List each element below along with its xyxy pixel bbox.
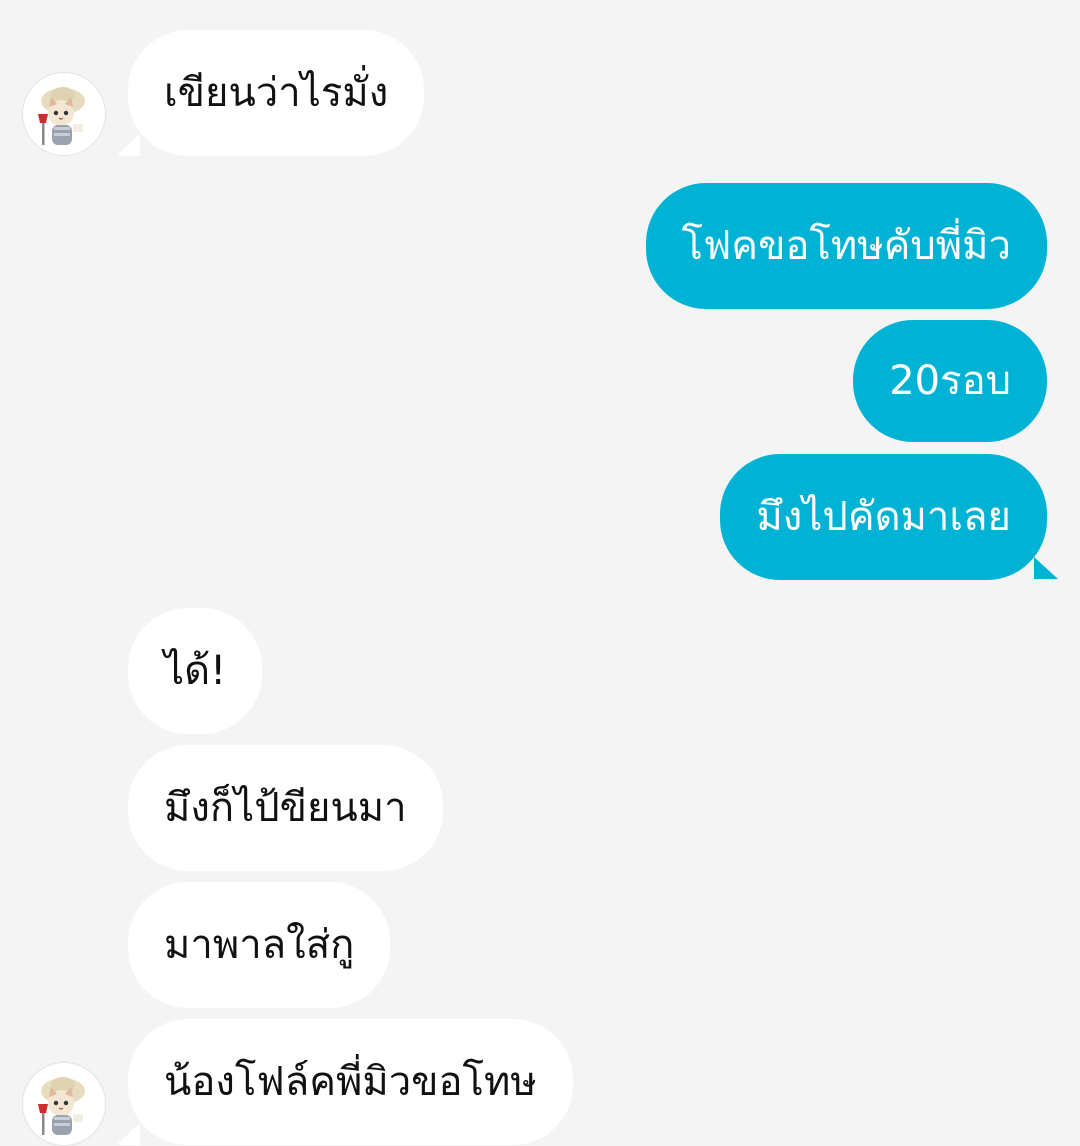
contact-avatar[interactable] — [22, 72, 106, 156]
message-text: โฟคขอโทษคับพี่มิว — [681, 223, 1012, 269]
contact-avatar[interactable] — [22, 1062, 106, 1146]
message-text: เขียนว่าไรมั่ง — [164, 70, 389, 116]
message-text: น้องโฟล์คพี่มิวขอโทษ — [164, 1059, 537, 1105]
sent-message-bubble[interactable]: 20รอบ — [853, 320, 1047, 442]
received-message-bubble[interactable]: มึงก็ไป้ขียนมา — [128, 745, 443, 871]
message-text: 20รอบ — [889, 358, 1011, 404]
cat-avatar-icon — [38, 87, 85, 145]
bubble-tail — [116, 1123, 140, 1145]
received-message-bubble[interactable]: เขียนว่าไรมั่ง — [128, 30, 425, 156]
sent-message-bubble[interactable]: โฟคขอโทษคับพี่มิว — [645, 183, 1047, 309]
bubble-tail — [116, 134, 140, 156]
message-text: มึงก็ไป้ขียนมา — [164, 785, 407, 831]
chat-thread: เขียนว่าไรมั่ง โฟคขอโทษคับพี่มิว 20รอบ ม… — [0, 0, 1080, 1146]
cat-avatar-icon — [38, 1077, 85, 1135]
bubble-tail — [1034, 557, 1058, 579]
received-message-bubble[interactable]: ได้! — [128, 608, 263, 734]
message-text: มึงไปคัดมาเลย — [756, 494, 1011, 540]
message-text: ได้! — [164, 648, 227, 694]
sent-message-bubble[interactable]: มึงไปคัดมาเลย — [720, 454, 1047, 580]
received-message-bubble[interactable]: มาพาลใส่กู — [128, 882, 391, 1008]
message-text: มาพาลใส่กู — [164, 922, 355, 968]
received-message-bubble[interactable]: น้องโฟล์คพี่มิวขอโทษ — [128, 1019, 573, 1145]
